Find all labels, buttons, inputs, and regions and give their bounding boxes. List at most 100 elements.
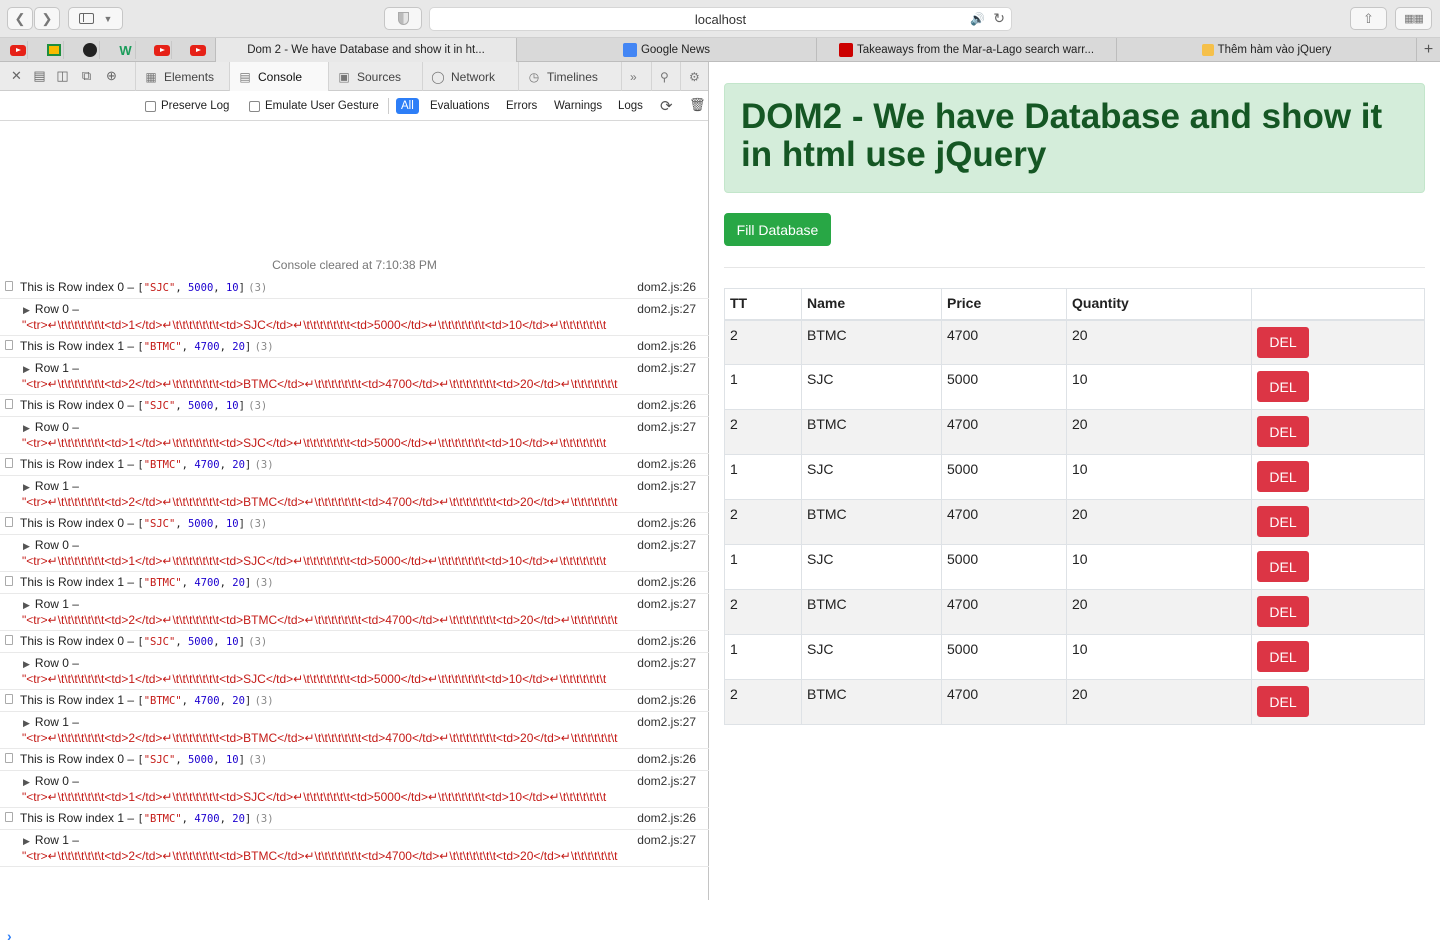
bookmark-youtube-3[interactable] (188, 41, 208, 59)
log-message[interactable]: ▶ Row 0 – (20, 538, 79, 552)
log-array[interactable]: ["SJC", 5000, 10] (137, 518, 245, 530)
source-link[interactable]: dom2.js:27 (637, 833, 696, 847)
log-array[interactable]: ["BTMC", 4700, 20] (137, 459, 251, 471)
bookmark-youtube-2[interactable] (152, 41, 172, 59)
search-button[interactable]: ⚲ (651, 62, 680, 91)
fill-database-button[interactable]: Fill Database (724, 213, 831, 246)
source-link[interactable]: dom2.js:26 (637, 634, 696, 648)
source-link[interactable]: dom2.js:26 (637, 575, 696, 589)
disclosure-triangle-icon[interactable]: ▶ (23, 541, 30, 552)
dock-side-icon[interactable]: ◫ (55, 69, 70, 83)
tab-sources[interactable]: ▣ Sources (328, 62, 422, 91)
log-array[interactable]: ["BTMC", 4700, 20] (137, 813, 251, 825)
disclosure-triangle-icon[interactable]: ▶ (23, 659, 30, 670)
source-link[interactable]: dom2.js:26 (637, 457, 696, 471)
bookmark-youtube[interactable] (8, 41, 28, 59)
new-tab-button[interactable]: + (1416, 38, 1440, 62)
filter-logs[interactable]: Logs (613, 98, 648, 114)
tab-overview-button[interactable]: ▦▦ (1395, 7, 1432, 30)
source-link[interactable]: dom2.js:26 (637, 811, 696, 825)
disclosure-triangle-icon[interactable]: ▶ (23, 600, 30, 611)
log-message[interactable]: ▶ Row 1 – (20, 479, 79, 493)
delete-button[interactable]: DEL (1257, 686, 1309, 717)
log-array[interactable]: ["BTMC", 4700, 20] (137, 695, 251, 707)
tab-elements[interactable]: ▦ Elements (135, 62, 229, 91)
log-message[interactable]: ▶ Row 1 – (20, 597, 79, 611)
log-message[interactable]: ▶ Row 0 – (20, 420, 79, 434)
source-link[interactable]: dom2.js:27 (637, 656, 696, 670)
source-link[interactable]: dom2.js:27 (637, 361, 696, 375)
reload-icon[interactable]: ⟳ (660, 97, 673, 115)
settings-button[interactable]: ⚙ (680, 62, 709, 91)
filter-evaluations[interactable]: Evaluations (425, 98, 494, 114)
disclosure-triangle-icon[interactable]: ▶ (23, 836, 30, 847)
log-message[interactable]: ▶ Row 1 – (20, 833, 79, 847)
tab-google-news[interactable]: Google News (516, 38, 816, 62)
undock-icon[interactable]: ⧉ (79, 69, 94, 83)
filter-all[interactable]: All (396, 98, 419, 114)
disclosure-triangle-icon[interactable]: ▶ (23, 305, 30, 316)
log-message[interactable]: ▶ Row 1 – (20, 361, 79, 375)
reload-icon[interactable]: ↻ (993, 10, 1005, 27)
forward-button[interactable]: ❯ (34, 7, 60, 30)
disclosure-triangle-icon[interactable]: ▶ (23, 718, 30, 729)
sidebar-button[interactable]: ▼ (68, 7, 123, 30)
tab-dom2[interactable]: Dom 2 - We have Database and show it in … (215, 38, 516, 62)
disclosure-triangle-icon[interactable]: ▶ (23, 482, 30, 493)
delete-button[interactable]: DEL (1257, 371, 1309, 402)
log-message[interactable]: ▶ Row 1 – (20, 715, 79, 729)
delete-button[interactable]: DEL (1257, 641, 1309, 672)
source-link[interactable]: dom2.js:26 (637, 752, 696, 766)
bookmark-w[interactable]: W (116, 41, 136, 59)
source-link[interactable]: dom2.js:27 (637, 774, 696, 788)
filter-errors[interactable]: Errors (501, 98, 542, 114)
back-button[interactable]: ❮ (7, 7, 33, 30)
delete-button[interactable]: DEL (1257, 551, 1309, 582)
preserve-log-checkbox[interactable]: Preserve Log (145, 100, 229, 112)
tab-network[interactable]: ◯ Network (422, 62, 518, 91)
disclosure-triangle-icon[interactable]: ▶ (23, 364, 30, 375)
delete-button[interactable]: DEL (1257, 506, 1309, 537)
source-link[interactable]: dom2.js:26 (637, 398, 696, 412)
share-button[interactable]: ⇧ (1350, 7, 1387, 30)
privacy-report-button[interactable] (384, 7, 422, 30)
disclosure-triangle-icon[interactable]: ▶ (23, 423, 30, 434)
delete-button[interactable]: DEL (1257, 596, 1309, 627)
log-array[interactable]: ["SJC", 5000, 10] (137, 754, 245, 766)
log-array[interactable]: ["SJC", 5000, 10] (137, 400, 245, 412)
trash-icon[interactable]: 🗑 (689, 97, 706, 113)
bookmark-classroom[interactable] (44, 41, 64, 59)
log-array[interactable]: ["SJC", 5000, 10] (137, 636, 245, 648)
tab-console[interactable]: ▤ Console (229, 62, 328, 91)
source-link[interactable]: dom2.js:26 (637, 280, 696, 294)
source-link[interactable]: dom2.js:27 (637, 715, 696, 729)
source-link[interactable]: dom2.js:26 (637, 339, 696, 353)
source-link[interactable]: dom2.js:26 (637, 693, 696, 707)
source-link[interactable]: dom2.js:27 (637, 597, 696, 611)
address-bar[interactable]: localhost 🔊 ↻ (429, 7, 1012, 31)
source-link[interactable]: dom2.js:27 (637, 538, 696, 552)
console-prompt[interactable]: › (7, 928, 12, 944)
inspect-target-icon[interactable]: ⊕ (104, 69, 119, 83)
source-link[interactable]: dom2.js:26 (637, 516, 696, 530)
speaker-icon[interactable]: 🔊 (970, 12, 985, 26)
log-array[interactable]: ["BTMC", 4700, 20] (137, 577, 251, 589)
disclosure-triangle-icon[interactable]: ▶ (23, 777, 30, 788)
filter-warnings[interactable]: Warnings (549, 98, 607, 114)
emulate-gesture-checkbox[interactable]: Emulate User Gesture (249, 100, 379, 112)
log-message[interactable]: ▶ Row 0 – (20, 774, 79, 788)
source-link[interactable]: dom2.js:27 (637, 479, 696, 493)
dock-bottom-icon[interactable]: ▤ (32, 69, 47, 83)
tab-jquery[interactable]: Thêm hàm vào jQuery (1116, 38, 1416, 62)
log-message[interactable]: ▶ Row 0 – (20, 302, 79, 316)
source-link[interactable]: dom2.js:27 (637, 302, 696, 316)
log-array[interactable]: ["SJC", 5000, 10] (137, 282, 245, 294)
source-link[interactable]: dom2.js:27 (637, 420, 696, 434)
delete-button[interactable]: DEL (1257, 326, 1309, 358)
bookmark-github[interactable] (80, 41, 100, 59)
tab-timelines[interactable]: ◷ Timelines (518, 62, 621, 91)
tab-cnn[interactable]: Takeaways from the Mar-a-Lago search war… (816, 38, 1116, 62)
delete-button[interactable]: DEL (1257, 416, 1309, 447)
close-icon[interactable]: ✕ (9, 69, 24, 83)
log-message[interactable]: ▶ Row 0 – (20, 656, 79, 670)
